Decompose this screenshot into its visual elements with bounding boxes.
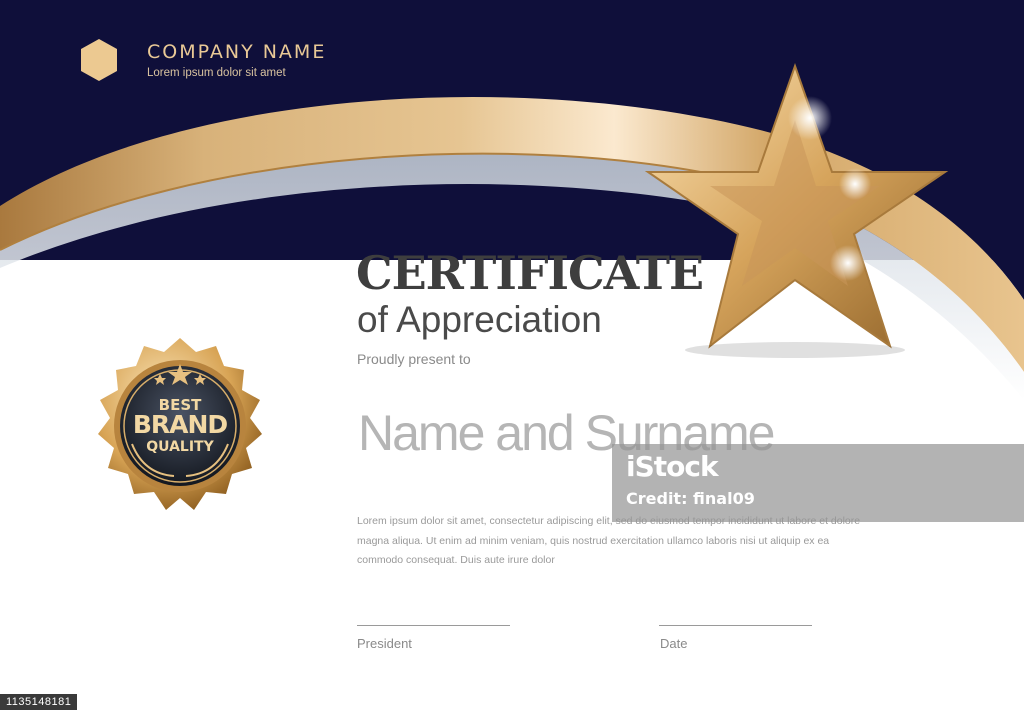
certificate-page: COMPANY NAME Lorem ipsum dolor sit amet … — [0, 0, 1024, 724]
watermark-logo: iStock — [626, 450, 719, 483]
company-name: COMPANY NAME — [147, 41, 327, 63]
stock-id-label: 1135148181 — [0, 694, 78, 710]
watermark-credit: Credit: final09 — [626, 489, 755, 508]
present-label: Proudly present to — [357, 351, 471, 367]
company-header: COMPANY NAME Lorem ipsum dolor sit amet — [80, 38, 326, 82]
signature-line-right — [659, 625, 812, 626]
date-label: Date — [660, 636, 688, 651]
watermark-banner: iStock Credit: final09 — [612, 444, 1024, 522]
gold-star-icon — [644, 62, 949, 358]
badge-line-quality: QUALITY — [146, 439, 214, 455]
badge-line-brand: BRAND — [132, 410, 228, 439]
hexagon-icon — [81, 39, 117, 81]
signature-line-left — [357, 625, 510, 626]
president-label: President — [357, 636, 412, 651]
certificate-subtitle: of Appreciation — [357, 299, 602, 340]
certificate-title: CERTIFICATE — [356, 246, 704, 300]
company-tagline: Lorem ipsum dolor sit amet — [147, 67, 286, 79]
